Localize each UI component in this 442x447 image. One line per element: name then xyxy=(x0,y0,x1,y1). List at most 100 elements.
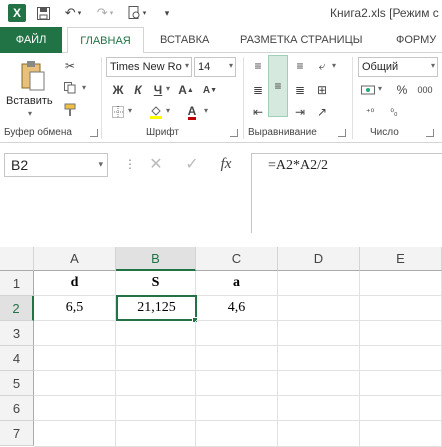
paste-dropdown-icon[interactable]: ▾ xyxy=(28,109,32,118)
tab-home[interactable]: ГЛАВНАЯ xyxy=(67,27,144,54)
tab-file[interactable]: ФАЙЛ xyxy=(0,27,62,53)
cell-empty[interactable] xyxy=(34,396,116,421)
borders-dropdown-icon[interactable]: ▾ xyxy=(128,106,132,115)
paste-label[interactable]: Вставить xyxy=(6,95,53,107)
percent-format-button[interactable]: % xyxy=(392,81,412,99)
cell-empty[interactable] xyxy=(278,396,360,421)
insert-function-button[interactable]: fx xyxy=(216,155,236,173)
bold-button[interactable]: Ж xyxy=(108,81,128,99)
increase-font-size-icon[interactable]: A ▲ xyxy=(176,81,196,99)
cell-e2[interactable] xyxy=(360,296,442,321)
clipboard-launcher-icon[interactable] xyxy=(90,129,98,137)
name-box[interactable]: B2 ▾ xyxy=(4,153,108,177)
column-header-c[interactable]: C xyxy=(196,247,278,271)
cell-empty[interactable] xyxy=(34,321,116,346)
cell-c1[interactable]: a xyxy=(196,271,278,296)
thousands-separator-button[interactable]: 000 xyxy=(412,81,438,99)
cancel-icon[interactable]: ✕ xyxy=(146,155,166,173)
formula-bar-resize-icon[interactable]: ⋮ xyxy=(124,157,137,171)
cell-empty[interactable] xyxy=(196,321,278,346)
cell-d1[interactable] xyxy=(278,271,360,296)
cell-empty[interactable] xyxy=(116,346,196,371)
print-preview-icon[interactable]: ▾ xyxy=(124,4,150,22)
row-header-2[interactable]: 2 xyxy=(0,296,34,321)
name-box-dropdown-icon[interactable]: ▾ xyxy=(98,159,103,170)
decrease-font-size-icon[interactable]: A ▼ xyxy=(200,81,220,99)
cell-empty[interactable] xyxy=(116,321,196,346)
customize-quick-access-icon[interactable]: ▾ xyxy=(160,4,174,22)
redo-icon[interactable]: ↷ ▾ xyxy=(92,4,118,22)
fill-color-icon[interactable] xyxy=(146,103,166,121)
format-painter-icon[interactable] xyxy=(60,101,80,119)
cell-empty[interactable] xyxy=(278,346,360,371)
borders-icon[interactable] xyxy=(108,103,128,121)
increase-indent-icon[interactable]: ⇥ xyxy=(290,103,310,121)
cell-empty[interactable] xyxy=(360,321,442,346)
save-icon[interactable] xyxy=(34,4,52,22)
cell-empty[interactable] xyxy=(278,421,360,447)
cell-empty[interactable] xyxy=(34,346,116,371)
column-header-e[interactable]: E xyxy=(360,247,442,271)
currency-format-icon[interactable] xyxy=(358,81,378,99)
cell-a2[interactable]: 6,5 xyxy=(34,296,116,321)
cell-empty[interactable] xyxy=(196,396,278,421)
cut-icon[interactable]: ✂ xyxy=(60,57,80,75)
enter-icon[interactable]: ✓ xyxy=(182,155,202,173)
cell-a1[interactable]: d xyxy=(34,271,116,296)
cell-empty[interactable] xyxy=(278,321,360,346)
italic-button[interactable]: К xyxy=(128,81,148,99)
align-right-icon[interactable]: ≣ xyxy=(290,81,310,99)
cell-empty[interactable] xyxy=(34,371,116,396)
align-top-icon[interactable]: ≡ xyxy=(248,57,268,75)
cell-empty[interactable] xyxy=(116,396,196,421)
orientation-dropdown-icon[interactable]: ▾ xyxy=(332,61,336,70)
cell-empty[interactable] xyxy=(34,421,116,447)
row-header-7[interactable]: 7 xyxy=(0,421,34,446)
cell-empty[interactable] xyxy=(360,346,442,371)
currency-dropdown-icon[interactable]: ▾ xyxy=(378,84,382,93)
row-header-6[interactable]: 6 xyxy=(0,396,34,421)
font-color-icon[interactable]: A xyxy=(182,103,202,121)
row-header-4[interactable]: 4 xyxy=(0,346,34,371)
decrease-decimal-icon[interactable]: ⁰₀ xyxy=(384,103,404,121)
font-launcher-icon[interactable] xyxy=(230,129,238,137)
tab-formulas[interactable]: ФОРМУ xyxy=(396,27,436,53)
tab-insert[interactable]: ВСТАВКА xyxy=(160,27,209,53)
font-size-select[interactable]: 14 ▾ xyxy=(194,57,236,77)
tab-page-layout[interactable]: РАЗМЕТКА СТРАНИЦЫ xyxy=(240,27,362,53)
copy-icon[interactable] xyxy=(60,79,80,97)
cell-empty[interactable] xyxy=(116,421,196,447)
cell-b2-active[interactable]: 21,125 xyxy=(116,295,197,321)
number-format-select[interactable]: Общий ▾ xyxy=(358,57,438,77)
number-launcher-icon[interactable] xyxy=(426,129,434,137)
cell-empty[interactable] xyxy=(360,396,442,421)
cell-empty[interactable] xyxy=(196,346,278,371)
align-bottom-icon[interactable]: ≡ xyxy=(290,57,310,75)
column-header-a[interactable]: A xyxy=(34,247,116,271)
cell-d2[interactable] xyxy=(278,296,360,321)
select-all-corner[interactable] xyxy=(0,247,34,271)
row-header-5[interactable]: 5 xyxy=(0,371,34,396)
font-color-dropdown-icon[interactable]: ▾ xyxy=(204,106,208,115)
font-name-select[interactable]: Times New Ro ▾ xyxy=(106,57,192,77)
merge-center-icon[interactable]: ⊞ xyxy=(312,81,332,99)
alignment-launcher-icon[interactable] xyxy=(338,129,346,137)
decrease-indent-icon[interactable]: ⇤ xyxy=(248,103,268,121)
cell-empty[interactable] xyxy=(360,421,442,447)
cell-empty[interactable] xyxy=(360,371,442,396)
wrap-text-icon[interactable]: ⤶ xyxy=(312,57,332,75)
cell-empty[interactable] xyxy=(278,371,360,396)
fill-color-dropdown-icon[interactable]: ▾ xyxy=(166,106,170,115)
paste-icon[interactable] xyxy=(18,59,48,93)
cell-empty[interactable] xyxy=(196,421,278,447)
cell-e1[interactable] xyxy=(360,271,442,296)
align-middle-icon[interactable]: ≡ xyxy=(268,55,288,117)
increase-decimal-icon[interactable]: ⁺⁰ xyxy=(360,103,380,121)
cell-empty[interactable] xyxy=(116,371,196,396)
align-left-icon[interactable]: ≣ xyxy=(248,81,268,99)
column-header-d[interactable]: D xyxy=(278,247,360,271)
cell-c2[interactable]: 4,6 xyxy=(196,296,278,321)
copy-dropdown-icon[interactable]: ▾ xyxy=(82,83,86,92)
underline-button[interactable]: Ч xyxy=(148,81,168,99)
formula-input[interactable]: =A2*A2/2 xyxy=(251,153,442,233)
